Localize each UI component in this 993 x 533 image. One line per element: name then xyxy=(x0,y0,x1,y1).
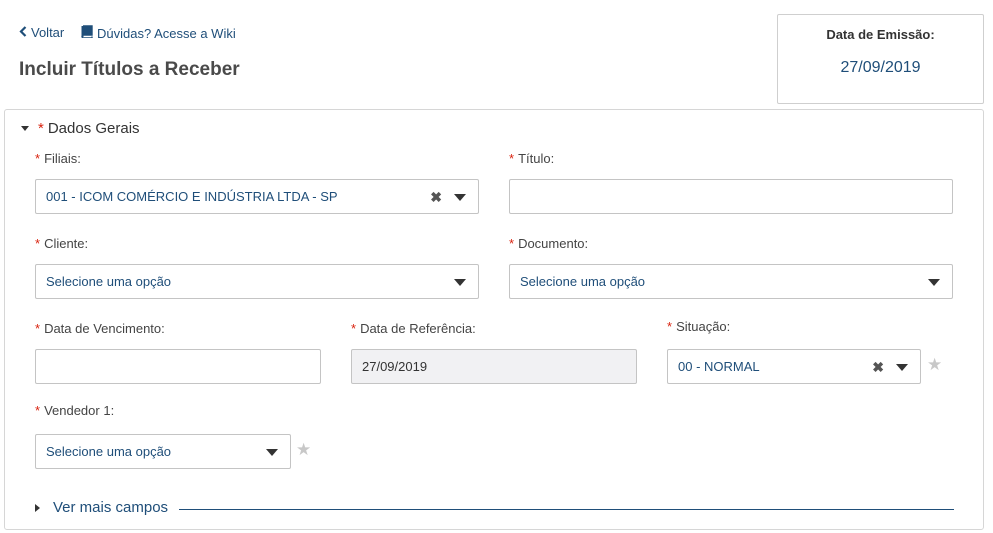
book-icon xyxy=(80,25,93,41)
vendedor-label: * Vendedor 1: xyxy=(35,403,114,418)
filiais-value: 001 - ICOM COMÉRCIO E INDÚSTRIA LTDA - S… xyxy=(46,189,338,204)
back-link[interactable]: Voltar xyxy=(19,25,64,40)
page-title: Incluir Títulos a Receber xyxy=(19,59,240,80)
cliente-label: * Cliente: xyxy=(35,236,88,251)
required-mark: * xyxy=(35,321,41,336)
situacao-value: 00 - NORMAL xyxy=(678,359,760,374)
titulo-input[interactable] xyxy=(509,179,953,214)
filiais-select[interactable]: 001 - ICOM COMÉRCIO E INDÚSTRIA LTDA - S… xyxy=(35,179,479,214)
cliente-label-text: Cliente: xyxy=(44,236,89,251)
vencimento-input[interactable] xyxy=(35,349,321,384)
filiais-label-text: Filiais: xyxy=(44,151,81,166)
required-mark: * xyxy=(667,319,673,334)
wiki-link[interactable]: Dúvidas? Acesse a Wiki xyxy=(80,25,236,41)
vencimento-label-text: Data de Vencimento: xyxy=(44,321,165,336)
caret-down-icon[interactable] xyxy=(266,449,278,456)
required-mark: * xyxy=(35,151,41,166)
back-link-label: Voltar xyxy=(31,25,65,40)
required-mark: * xyxy=(35,236,41,251)
clear-x-icon[interactable]: ✖ xyxy=(872,359,884,376)
vendedor-value: Selecione uma opção xyxy=(46,444,172,459)
caret-right-icon xyxy=(35,503,40,512)
emission-date-box: Data de Emissão: 27/09/2019 xyxy=(777,14,984,104)
cliente-value: Selecione uma opção xyxy=(46,274,172,289)
more-fields-label: Ver mais campos xyxy=(53,499,169,516)
filiais-label: * Filiais: xyxy=(35,151,81,166)
caret-down-icon[interactable] xyxy=(928,279,940,286)
required-mark: * xyxy=(35,403,41,418)
documento-label: * Documento: xyxy=(509,236,588,251)
cliente-select[interactable]: Selecione uma opção xyxy=(35,264,479,299)
required-mark: * xyxy=(38,120,44,137)
emission-date-value: 27/09/2019 xyxy=(840,59,921,76)
titulo-label-text: Título: xyxy=(518,151,555,166)
clear-x-icon[interactable]: ✖ xyxy=(430,189,442,206)
section-title: Dados Gerais xyxy=(47,120,140,137)
caret-down-icon[interactable] xyxy=(454,194,466,201)
caret-down-icon[interactable] xyxy=(896,364,908,371)
caret-down-icon[interactable] xyxy=(454,279,466,286)
referencia-label: * Data de Referência: xyxy=(351,321,476,336)
chevron-left-icon xyxy=(19,25,27,40)
referencia-label-text: Data de Referência: xyxy=(360,321,476,336)
required-mark: * xyxy=(351,321,357,336)
referencia-value: 27/09/2019 xyxy=(362,359,428,374)
vendedor-label-text: Vendedor 1: xyxy=(44,403,115,418)
vencimento-label: * Data de Vencimento: xyxy=(35,321,165,336)
star-icon[interactable]: ★ xyxy=(296,440,311,460)
situacao-select[interactable]: 00 - NORMAL ✖ xyxy=(667,349,921,384)
general-data-panel: * Dados Gerais * Filiais: 001 - ICOM COMÉ… xyxy=(4,109,984,530)
required-mark: * xyxy=(509,236,515,251)
vendedor-select[interactable]: Selecione uma opção xyxy=(35,434,291,469)
documento-select[interactable]: Selecione uma opção xyxy=(509,264,953,299)
wiki-link-label: Dúvidas? Acesse a Wiki xyxy=(97,25,236,41)
situacao-label: * Situação: xyxy=(667,319,730,334)
titulo-label: * Título: xyxy=(509,151,554,166)
divider xyxy=(179,509,954,510)
referencia-input: 27/09/2019 xyxy=(351,349,637,384)
more-fields-toggle[interactable]: Ver mais campos xyxy=(35,499,168,516)
documento-label-text: Documento: xyxy=(518,236,589,251)
section-toggle-dados-gerais[interactable]: * Dados Gerais xyxy=(21,120,140,137)
required-mark: * xyxy=(509,151,515,166)
caret-down-icon xyxy=(21,126,29,131)
situacao-label-text: Situação: xyxy=(676,319,731,334)
emission-date-label: Data de Emissão: xyxy=(826,27,935,42)
star-icon[interactable]: ★ xyxy=(927,355,942,375)
documento-value: Selecione uma opção xyxy=(520,274,646,289)
